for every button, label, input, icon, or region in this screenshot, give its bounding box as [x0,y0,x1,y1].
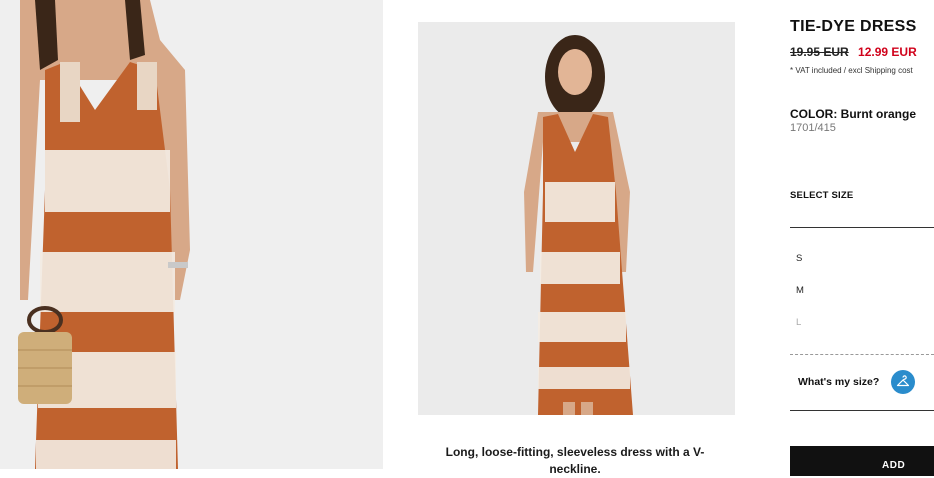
hanger-icon[interactable] [891,370,915,394]
whats-my-size-link[interactable]: What's my size? [798,376,879,388]
product-photo-full [418,22,735,415]
product-image-main[interactable] [0,0,383,469]
product-sku: 1701/415 [790,122,836,134]
product-title: TIE-DYE DRESS [790,18,917,35]
divider [790,410,934,411]
product-info-panel: TIE-DYE DRESS 19.95 EUR 12.99 EUR * VAT … [790,0,934,476]
old-price: 19.95 EUR [790,45,849,59]
color-label: COLOR: Burnt orange [790,107,916,121]
product-photo-large [0,0,383,469]
divider [790,227,934,228]
add-button-label: ADD [882,460,906,471]
product-image-secondary[interactable] [418,22,735,415]
select-size-label: SELECT SIZE [790,190,854,201]
size-option-l[interactable]: L [796,317,801,328]
vat-note: * VAT included / excl Shipping cost [790,66,913,75]
size-option-s[interactable]: S [796,253,802,264]
product-description: Long, loose-fitting, sleeveless dress wi… [445,445,705,476]
divider-dashed [790,354,934,355]
size-option-m[interactable]: M [796,285,804,296]
sale-price: 12.99 EUR [858,45,917,59]
price-row: 19.95 EUR 12.99 EUR [790,45,917,59]
add-to-cart-button[interactable]: ADD [790,446,934,476]
